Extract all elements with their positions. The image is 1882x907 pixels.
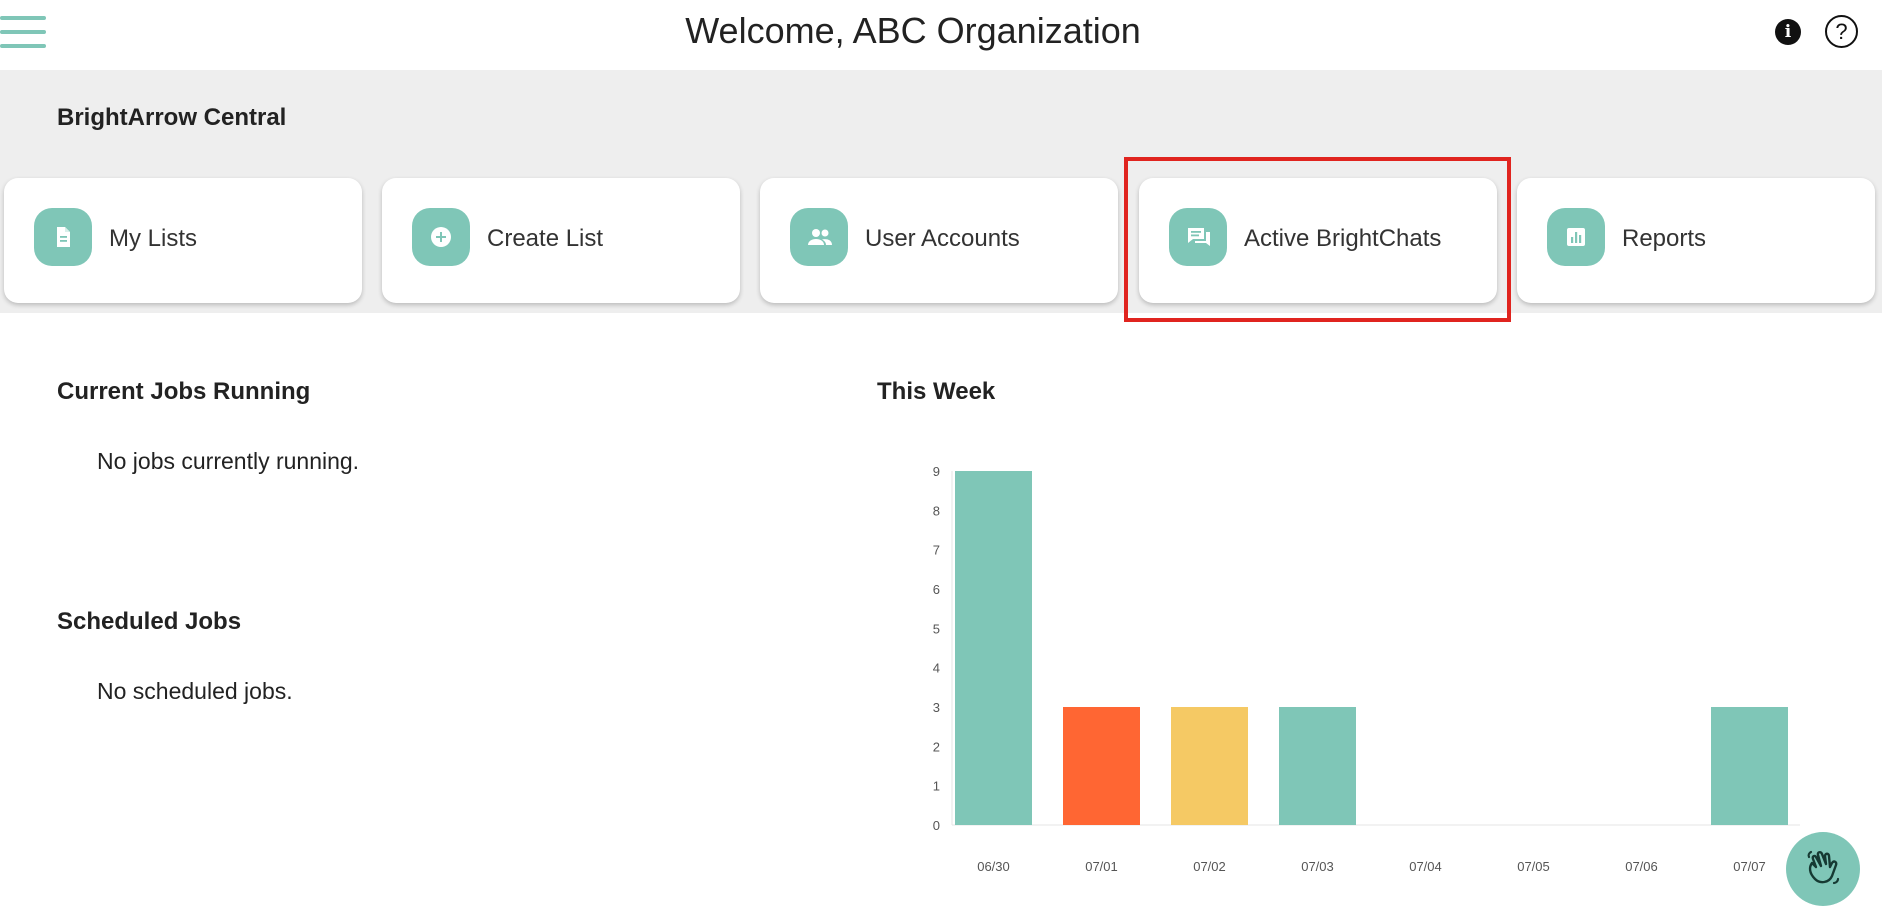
y-tick-label: 1 <box>933 779 940 794</box>
page-title: Welcome, ABC Organization <box>685 10 1141 51</box>
bar-07-07 <box>1711 707 1788 825</box>
y-tick-label: 6 <box>933 582 940 597</box>
bar-chart-icon <box>1547 208 1605 266</box>
reports-label: Reports <box>1622 225 1707 252</box>
current-jobs-title: Current Jobs Running <box>57 378 311 405</box>
scheduled-jobs-title: Scheduled Jobs <box>57 608 242 635</box>
central-title: BrightArrow Central <box>57 104 287 131</box>
wave-hand-icon <box>1807 850 1840 885</box>
header-bar: Welcome, ABC Organization i ? <box>0 0 1882 70</box>
people-icon <box>790 208 848 266</box>
my-lists-card[interactable]: My Lists <box>4 178 362 303</box>
bar-07-03 <box>1279 707 1356 825</box>
y-tick-label: 5 <box>933 621 940 636</box>
plus-circle-icon <box>412 208 470 266</box>
x-tick-label: 06/30 <box>977 859 1010 874</box>
reports-card[interactable]: Reports <box>1517 178 1875 303</box>
central-panel: BrightArrow Central My Lists Create List… <box>0 70 1882 313</box>
info-icon[interactable]: i <box>1775 19 1801 45</box>
chat-icon <box>1169 208 1227 266</box>
bar-07-02 <box>1171 707 1248 825</box>
y-tick-label: 8 <box>933 503 940 518</box>
active-brightchats-label: Active BrightChats <box>1244 225 1442 252</box>
y-tick-label: 7 <box>933 543 940 558</box>
y-tick-label: 2 <box>933 739 940 754</box>
active-brightchats-card[interactable]: Active BrightChats <box>1139 178 1497 303</box>
this-week-chart: 0 1 2 3 4 5 6 7 8 9 06/30 07/01 07/02 07/03 07/04 07/05… <box>933 464 1800 874</box>
x-tick-label: 07/05 <box>1517 859 1550 874</box>
help-icon[interactable]: ? <box>1825 15 1858 48</box>
bar-07-01 <box>1063 707 1140 825</box>
user-accounts-card[interactable]: User Accounts <box>760 178 1118 303</box>
y-tick-label: 0 <box>933 818 940 833</box>
x-tick-label: 07/07 <box>1733 859 1766 874</box>
scheduled-jobs-empty: No scheduled jobs. <box>97 678 293 704</box>
x-tick-label: 07/04 <box>1409 859 1442 874</box>
document-icon <box>34 208 92 266</box>
bar-06-30 <box>955 471 1032 825</box>
wave-hand-button[interactable] <box>1786 832 1860 906</box>
x-tick-label: 07/06 <box>1625 859 1658 874</box>
my-lists-label: My Lists <box>109 225 198 252</box>
y-tick-label: 9 <box>933 464 940 479</box>
x-tick-label: 07/03 <box>1301 859 1334 874</box>
x-tick-label: 07/01 <box>1085 859 1118 874</box>
y-tick-label: 3 <box>933 700 940 715</box>
user-accounts-label: User Accounts <box>865 225 1020 252</box>
current-jobs-empty: No jobs currently running. <box>97 448 360 474</box>
y-tick-label: 4 <box>933 661 940 676</box>
create-list-card[interactable]: Create List <box>382 178 740 303</box>
create-list-label: Create List <box>487 225 604 252</box>
this-week-title: This Week <box>877 378 996 405</box>
x-tick-label: 07/02 <box>1193 859 1226 874</box>
